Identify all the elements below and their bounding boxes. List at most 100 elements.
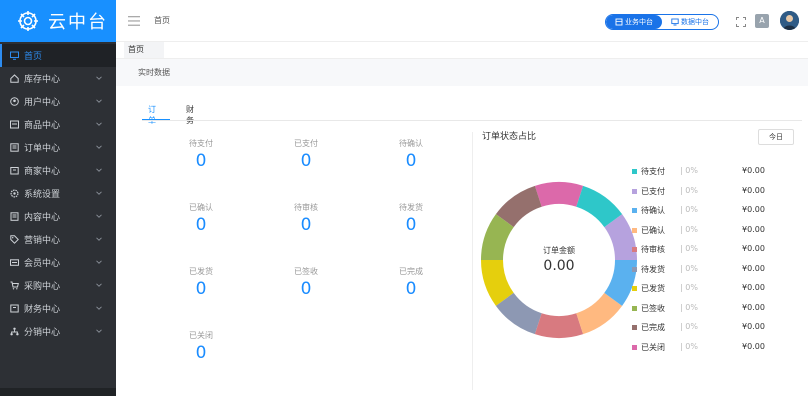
legend-amount: ¥0.00	[742, 166, 765, 175]
pie-slice-9[interactable]	[534, 182, 584, 207]
legend-amount: ¥0.00	[742, 283, 765, 292]
stat-card: 待审核 0	[266, 202, 346, 235]
section-divider	[472, 132, 473, 390]
legend-item[interactable]: 已完成 | 0% ¥0.00	[632, 322, 802, 334]
legend-percent-value: 0%	[685, 341, 698, 351]
legend-item[interactable]: 待发货 | 0% ¥0.00	[632, 264, 802, 276]
sidebar-item-3[interactable]: 商品中心	[0, 113, 116, 136]
legend-amount: ¥0.00	[742, 205, 765, 214]
legend-label: 已签收	[641, 303, 665, 313]
legend-item[interactable]: 待审核 | 0% ¥0.00	[632, 244, 802, 256]
tab-home[interactable]: 首页	[124, 42, 164, 58]
chevron-down-icon	[96, 99, 102, 103]
legend-percent: | 0%	[680, 224, 698, 234]
chevron-down-icon	[96, 168, 102, 172]
legend-percent: | 0%	[680, 322, 698, 331]
data-platform-button[interactable]: 数据中台	[662, 15, 718, 29]
legend-amount: ¥0.00	[742, 341, 765, 351]
sidebar-item-7[interactable]: 内容中心	[0, 205, 116, 228]
sidebar-item-5[interactable]: 商家中心	[0, 159, 116, 182]
sidebar-item-2[interactable]: 用户中心	[0, 90, 116, 113]
home-icon	[10, 74, 19, 83]
logo-text: 云中台	[48, 12, 108, 33]
sidebar-item-label: 分销中心	[24, 328, 61, 338]
stat-card: 待发货 0	[371, 202, 451, 235]
legend-item[interactable]: 待确认 | 0% ¥0.00	[632, 205, 802, 217]
legend-swatch	[632, 325, 637, 330]
share-icon	[10, 327, 19, 336]
donut-center-value: 0.00	[543, 258, 574, 274]
legend-item[interactable]: 已支付 | 0% ¥0.00	[632, 186, 802, 198]
cart-icon	[10, 281, 19, 290]
pie-title: 订单状态占比	[482, 132, 537, 142]
legend-percent: | 0%	[680, 302, 698, 312]
legend-percent-value: 0%	[685, 185, 698, 195]
sidebar-item-label: 首页	[24, 52, 43, 62]
legend-swatch	[632, 208, 637, 213]
legend-amount: ¥0.00	[742, 185, 765, 195]
logo-icon	[18, 11, 38, 31]
legend-item[interactable]: 待支付 | 0% ¥0.00	[632, 166, 802, 178]
legend-percent-value: 0%	[685, 263, 698, 273]
sidebar-item-8[interactable]: 营销中心	[0, 228, 116, 251]
stat-value: 0	[300, 151, 312, 171]
legend-swatch	[632, 305, 637, 311]
stat-label: 待支付	[189, 139, 213, 148]
legend-amount: ¥0.00	[742, 224, 765, 234]
stat-card: 已完成 0	[371, 266, 451, 299]
business-platform-button[interactable]: 业务中台	[606, 15, 662, 29]
stat-label: 待确认	[399, 139, 423, 148]
chevron-down-icon	[96, 237, 102, 241]
sidebar-item-10[interactable]: 采购中心	[0, 274, 116, 297]
fullscreen-icon[interactable]	[736, 17, 746, 27]
legend-item[interactable]: 已确认 | 0% ¥0.00	[632, 225, 802, 237]
language-button[interactable]: A	[755, 14, 769, 28]
data-platform-label: 数据中台	[681, 18, 709, 26]
legend-label: 已支付	[641, 186, 665, 196]
legend-label: 待审核	[641, 245, 665, 254]
sidebar-item-label: 商品中心	[24, 121, 61, 131]
pie-slice-4[interactable]	[534, 313, 584, 338]
sidebar-item-1[interactable]: 库存中心	[0, 67, 116, 90]
legend-swatch	[632, 266, 637, 272]
legend-item[interactable]: 已发货 | 0% ¥0.00	[632, 283, 802, 295]
chevron-down-icon	[96, 283, 102, 287]
legend-item[interactable]: 已关闭 | 0% ¥0.00	[632, 342, 802, 354]
legend-label: 已完成	[641, 323, 665, 332]
stat-value: 0	[405, 279, 417, 299]
legend-label: 已发货	[641, 284, 665, 293]
monitor-icon	[10, 51, 19, 60]
legend-label: 已确认	[641, 225, 665, 235]
today-filter-button[interactable]: 今日	[758, 129, 794, 145]
page-tab-bar: 首页	[116, 42, 808, 58]
stat-value: 0	[195, 279, 207, 299]
legend-percent: | 0%	[680, 205, 698, 214]
sidebar-item-11[interactable]: 财务中心	[0, 297, 116, 320]
stat-value: 0	[405, 215, 417, 235]
logo[interactable]: 云中台	[0, 0, 116, 42]
avatar-image	[780, 11, 799, 30]
sidebar-item-6[interactable]: 系统设置	[0, 182, 116, 205]
legend-swatch	[632, 169, 637, 174]
legend-item[interactable]: 已签收 | 0% ¥0.00	[632, 303, 802, 315]
chevron-down-icon	[96, 76, 102, 80]
platform-switch: 业务中台 数据中台	[605, 14, 719, 30]
sidebar-item-12[interactable]: 分销中心	[0, 320, 116, 343]
tab-orders[interactable]: 订单	[148, 104, 156, 126]
stat-label: 待发货	[399, 203, 423, 212]
sidebar-item-label: 内容中心	[24, 213, 61, 223]
doc-icon	[10, 212, 19, 221]
stat-label: 已发货	[189, 267, 213, 276]
sidebar-item-4[interactable]: 订单中心	[0, 136, 116, 159]
menu-toggle-icon[interactable]	[128, 15, 140, 26]
card-icon	[10, 120, 19, 129]
avatar[interactable]	[780, 11, 799, 30]
top-header: 首页 业务中台 数据中台 A	[116, 0, 808, 42]
stat-card: 已发货 0	[161, 266, 241, 299]
stat-value: 0	[405, 151, 417, 171]
tab-finance[interactable]: 财务	[186, 104, 194, 126]
legend-percent: | 0%	[680, 341, 698, 351]
store-icon	[10, 167, 19, 175]
sidebar-item-0[interactable]: 首页	[0, 44, 116, 67]
sidebar-item-9[interactable]: 会员中心	[0, 251, 116, 274]
